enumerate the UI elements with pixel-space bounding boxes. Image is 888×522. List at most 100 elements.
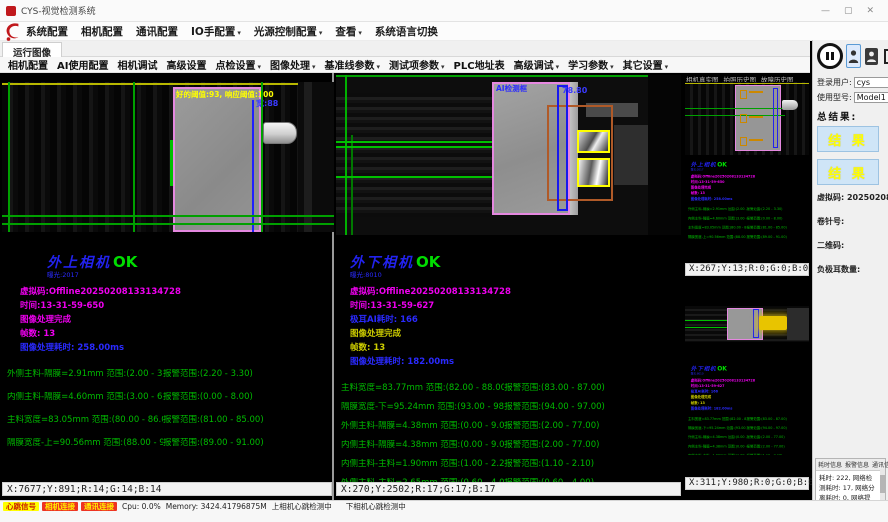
toolbar-item-label-9: 高级调试: [514, 61, 554, 72]
side-field-2: 二维码:: [817, 240, 884, 251]
toolbar-item-label-6: 基准线参数: [325, 61, 375, 72]
camera2-result-text: 外下相机OK曝光:8010 虚拟码:Offline2025020813313472…: [336, 253, 681, 497]
menu-item-label-6: 系统语言切换: [375, 26, 438, 38]
camera1-info-2: 图像处理完成: [2, 313, 332, 327]
camera1-green-line-3: [261, 82, 263, 232]
toolbar-item-6[interactable]: 基准线参数▾: [325, 57, 381, 72]
camera1-measure-row-2: 主料宽度=83.05mm 范围:(80.00 - 86.00)报警范围:(81.…: [2, 415, 332, 426]
menu-item-3[interactable]: IO手配置▾: [191, 24, 241, 39]
user-login-button[interactable]: [846, 44, 861, 68]
menu-item-6[interactable]: 系统语言切换: [375, 24, 438, 39]
camera1-green-segment: [170, 140, 173, 186]
cpu-usage: Cpu: 0.0%: [122, 502, 161, 511]
tab-run-image[interactable]: 运行图像: [2, 42, 62, 58]
camera2-info-0: 虚拟码:Offline20250208133134728: [336, 285, 681, 299]
log-tab-0[interactable]: 耗时信息: [818, 460, 842, 469]
title-bar: CYS-视觉检测系统 — ▢ ✕: [0, 0, 888, 22]
menu-item-4[interactable]: 光源控制配置▾: [254, 24, 323, 39]
model-row: 使用型号:: [817, 92, 884, 103]
exit-button[interactable]: [882, 44, 888, 68]
menu-item-label-4: 光源控制配置: [254, 26, 317, 38]
thumbnail1-measure-row-1: 内侧主料-隔膜=4.60mm 范围:(3.00 - 6.00)报警范围:(0.0…: [686, 217, 810, 221]
toolbar-item-4[interactable]: 点检设置▾: [215, 57, 261, 72]
thumbnail2-image[interactable]: [685, 306, 809, 342]
toolbar-item-9[interactable]: 高级调试▾: [514, 57, 560, 72]
toolbar-item-label-7: 测试项参数: [389, 61, 439, 72]
camera2-view: AI检测框 78.80 外下相机OK曝光:8010 虚拟码:Offline2025…: [336, 73, 681, 500]
camera2-measure-value-3: 内侧主料-隔膜=4.38mm 范围:(0.00 - 9.00): [341, 440, 504, 451]
camera1-measurements: 外侧主料-隔膜=2.91mm 范围:(2.00 - 3.50)报警范围:(2.2…: [2, 369, 332, 449]
menu-item-5[interactable]: 查看▾: [335, 24, 362, 39]
thumbnail1-alarm-range-3: 报警范围:(89.00 - 91.00): [747, 235, 810, 239]
toolbar-item-7[interactable]: 测试项参数▾: [389, 57, 445, 72]
thumbnail1-orange-box-2: [740, 114, 747, 123]
thumbnail1-measure-row-0: 外侧主料-隔膜=2.91mm 范围:(2.00 - 3.50)报警范围:(2.2…: [686, 207, 810, 211]
thumbnail2-alarm-range-2: 报警范围:(2.00 - 77.00): [747, 435, 810, 439]
close-button[interactable]: ✕: [866, 0, 874, 22]
camera2-title: 外下相机OK: [336, 253, 681, 272]
minimize-button[interactable]: —: [821, 0, 830, 22]
thumbnail1-yellow-line: [685, 83, 809, 84]
thumbnail2-measure-value-4: 内侧主料-主料=1.90mm 范围:(1.00 - 2.20): [688, 454, 747, 455]
toolbar-item-3[interactable]: 高级设置: [166, 57, 206, 72]
thumbnail1-measure-value-1: 内侧主料-隔膜=4.60mm 范围:(3.00 - 6.00): [688, 217, 747, 221]
camera1-measure-value-0: 外侧主料-隔膜=2.91mm 范围:(2.00 - 3.50): [7, 369, 163, 380]
camera2-alarm-range-4: 报警范围:(1.10 - 2.10): [504, 459, 681, 470]
camera2-measure-value-2: 外侧主料-隔膜=4.38mm 范围:(0.00 - 9.00): [341, 421, 504, 432]
camera2-info-2: 极耳AI耗时: 166: [336, 313, 681, 327]
toolbar-item-2[interactable]: 相机调试: [117, 57, 157, 72]
camera2-blue-rect: [557, 85, 568, 211]
log-tab-2[interactable]: 通讯信息: [872, 460, 888, 469]
toolbar-item-label-0: 相机配置: [8, 61, 48, 72]
camera2-measure-row-3: 内侧主料-隔膜=4.38mm 范围:(0.00 - 9.00)报警范围:(2.0…: [336, 440, 681, 451]
camera1-alarm-range-3: 报警范围:(89.00 - 91.00): [163, 438, 332, 449]
thumbnail1-measure-value-2: 主料宽度=83.05mm 范围:(80.00 - 86.00): [688, 226, 747, 230]
chevron-down-icon: ▾: [665, 63, 669, 71]
camera1-width-label: 宽:88: [256, 98, 278, 109]
camera1-coords-bar: X:7677;Y:891;R:14;G:14;B:14: [2, 482, 332, 496]
camera1-image[interactable]: 好的阈值:93, 响应阈值:100 宽:88: [2, 82, 334, 232]
user-switch-button[interactable]: [864, 44, 879, 68]
maximize-button[interactable]: ▢: [844, 0, 853, 22]
side-fields: 虚拟码: 20250208卷针号:二维码:负极耳数量:: [817, 192, 884, 275]
toolbar-item-8[interactable]: PLC地址表: [454, 57, 505, 72]
thumbnail1-image[interactable]: [685, 82, 809, 155]
camera1-info-4: 图像处理耗时: 258.00ms: [2, 341, 332, 355]
toolbar-item-10[interactable]: 学习参数▾: [568, 57, 614, 72]
result-box-1: 结 果: [817, 126, 879, 152]
menu-item-0[interactable]: 系统配置: [26, 24, 68, 39]
camera1-green-line-2: [133, 82, 135, 232]
model-input[interactable]: [854, 92, 888, 103]
thumbnail2-measure-row-0: 主料宽度=83.77mm 范围:(82.00 - 88.00)报警范围:(83.…: [686, 417, 810, 421]
camera2-texture: [336, 93, 496, 217]
camera1-title: 外上相机OK: [2, 253, 332, 272]
camera2-image[interactable]: AI检测框 78.80: [336, 75, 681, 235]
toolbar-item-1[interactable]: AI使用配置: [57, 57, 108, 72]
result-box-2: 结 果: [817, 159, 879, 185]
toolbar-item-0[interactable]: 相机配置: [8, 57, 48, 72]
status-note-1: 下相机心跳检测中: [346, 502, 406, 511]
menu-item-1[interactable]: 相机配置: [81, 24, 123, 39]
chevron-down-icon: ▾: [312, 63, 316, 71]
camera2-measurements: 主料宽度=83.77mm 范围:(82.00 - 88.00)报警范围:(83.…: [336, 383, 681, 489]
side-panel: 登录用户: 使用型号: 总结果: 结 果 结 果 虚拟码: 20250208卷针…: [812, 40, 888, 500]
thumbnail2-alarm-range-3: 报警范围:(2.00 - 77.00): [747, 445, 810, 449]
camera2-exposure: 曝光:8010: [336, 272, 681, 279]
camera1-blue-line: [252, 100, 254, 232]
thumbnail2-alarm-range-4: 报警范围:(1.10 - 2.10): [747, 454, 810, 455]
menu-item-2[interactable]: 通讯配置: [136, 24, 178, 39]
toolbar: 相机配置AI使用配置相机调试高级设置点检设置▾图像处理▾基准线参数▾测试项参数▾…: [0, 57, 810, 73]
toolbar-item-5[interactable]: 图像处理▾: [270, 57, 316, 72]
login-user-input[interactable]: [854, 77, 888, 88]
thumbnail1-text: 外上相机OK曝光:2017虚拟码:Offline2025020813313472…: [686, 161, 810, 261]
toolbar-item-11[interactable]: 其它设置▾: [623, 57, 669, 72]
camera1-view: 好的阈值:93, 响应阈值:100 宽:88 外上相机OK曝光:2017虚拟码:…: [2, 73, 334, 500]
thumbnail1-orange-box-1: [740, 90, 747, 99]
camera1-measure-value-1: 内侧主料-隔膜=4.60mm 范围:(3.00 - 6.00): [7, 392, 163, 403]
log-tab-1[interactable]: 报警信息: [845, 460, 869, 469]
user-dark-icon: [865, 48, 878, 65]
camera2-measure-row-4: 内侧主料-主料=1.90mm 范围:(1.00 - 2.20)报警范围:(1.1…: [336, 459, 681, 470]
pause-button[interactable]: [817, 43, 843, 69]
status-bar: 心跳信号相机连接通讯连接 Cpu: 0.0% Memory: 3424.4179…: [0, 500, 888, 522]
chevron-down-icon: ▾: [237, 29, 241, 37]
